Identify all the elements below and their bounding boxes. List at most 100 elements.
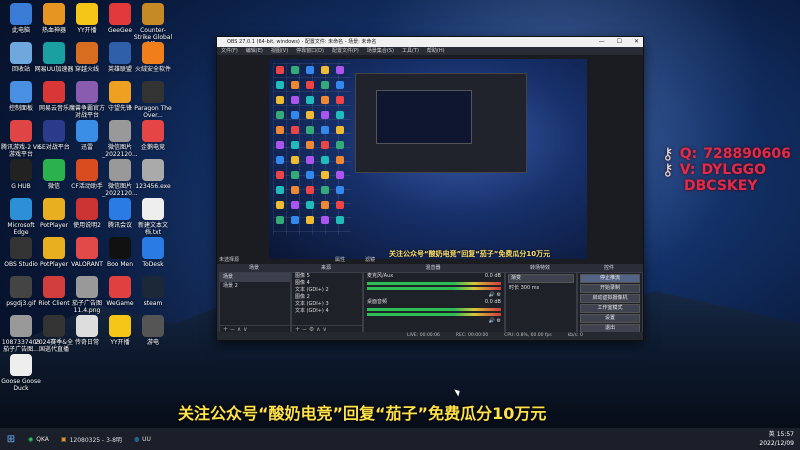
- mini-app-icon: [321, 126, 329, 134]
- preview-scene: 关注公众号“酸奶电竞”回复“茄子”免费瓜分10万元: [269, 59, 587, 259]
- mini-app-icon: [291, 126, 299, 134]
- virtual-camera-button[interactable]: 启动虚拟摄像机: [580, 294, 640, 303]
- menu-item[interactable]: 编辑(E): [246, 47, 263, 55]
- minimize-icon[interactable]: —: [599, 37, 605, 47]
- desktop-shortcut[interactable]: Goose Goose Duck: [1, 354, 41, 392]
- mini-app-icon: [306, 111, 314, 119]
- mini-desktop-grid: [273, 63, 351, 235]
- stop-streaming-button[interactable]: 停止推流: [580, 274, 640, 283]
- desktop-shortcut[interactable]: 新建文本文档.txt: [133, 198, 173, 236]
- rec-status: REC: 00:00:00: [455, 333, 489, 338]
- mini-app-icon: [276, 96, 284, 104]
- mini-app-icon: [276, 156, 284, 164]
- source-item[interactable]: 文本 (GDI+) 2: [292, 287, 362, 294]
- taskbar-item[interactable]: ◉ QKA: [22, 436, 55, 443]
- mini-app-icon: [306, 81, 314, 89]
- mini-app-icon: [336, 216, 344, 224]
- mini-app-icon: [321, 201, 329, 209]
- recycle-bin-icon: [10, 42, 32, 64]
- studio-mode-button[interactable]: 工作室模式: [580, 304, 640, 313]
- close-icon[interactable]: ✕: [634, 37, 639, 47]
- filters-button[interactable]: 滤镜: [365, 256, 375, 263]
- desktop-shortcut-label: 游电: [146, 339, 159, 346]
- computer-icon: [10, 3, 32, 25]
- system-tray[interactable]: 英 15:57 2022/12/09: [759, 430, 794, 448]
- menu-item[interactable]: 场景集合(S): [367, 47, 394, 55]
- desktop-shortcut-label: 新建文本文档.txt: [137, 222, 168, 236]
- doc-icon: [76, 198, 98, 220]
- mini-app-icon: [291, 216, 299, 224]
- qr-icon: [76, 315, 98, 337]
- mini-app-icon: [306, 216, 314, 224]
- meeting-icon: [109, 198, 131, 220]
- start-recording-button[interactable]: 开始录制: [580, 284, 640, 293]
- clock-date[interactable]: 2022/12/09: [759, 440, 794, 447]
- menu-item[interactable]: 帮助(H): [427, 47, 445, 55]
- mw-icon: [43, 315, 65, 337]
- desktop-shortcut[interactable]: steam: [133, 276, 173, 307]
- desktop-shortcut[interactable]: 123456.exe: [133, 159, 173, 190]
- desktop-shortcut[interactable]: 企鹅电竞: [133, 120, 173, 151]
- menu-item[interactable]: 停靠窗口(D): [296, 47, 324, 55]
- wx-line2: DBCSKEY: [684, 178, 758, 194]
- mixer-track-db: 0.0 dB: [484, 299, 501, 305]
- properties-button[interactable]: 属性: [335, 256, 345, 263]
- mini-app-icon: [276, 111, 284, 119]
- app-icon: ◉: [28, 435, 34, 443]
- scene-item[interactable]: 场景: [220, 273, 290, 282]
- mini-app-icon: [306, 171, 314, 179]
- mini-app-icon: [321, 171, 329, 179]
- exe-icon: [142, 159, 164, 181]
- taskbar-item[interactable]: ▣ 12080325 - 3-8明: [55, 435, 128, 444]
- source-item[interactable]: 图像 5: [292, 273, 362, 280]
- wechat-icon: [43, 159, 65, 181]
- goose-icon: [10, 354, 32, 376]
- source-item[interactable]: 图像 2: [292, 294, 362, 301]
- sources-panel: 图像 5 图像 4 文本 (GDI+) 2 图像 2 文本 (GDI+) 3 文…: [291, 272, 363, 334]
- taskbar-item[interactable]: ◍ UU: [128, 436, 157, 443]
- volume-meter: [367, 282, 501, 285]
- settings-button[interactable]: 设置: [580, 314, 640, 323]
- duration-value[interactable]: 300 ms: [521, 285, 540, 291]
- mini-app-icon: [276, 201, 284, 209]
- obs-window[interactable]: OBS 27.0.1 (64-bit, windows) - 配置文件: 未命名…: [216, 36, 644, 341]
- obs-preview[interactable]: 关注公众号“酸奶电竞”回复“茄子”免费瓜分10万元: [217, 55, 643, 282]
- uu-icon: [43, 42, 65, 64]
- xunlei-icon: [76, 120, 98, 142]
- menu-item[interactable]: 配置文件(P): [332, 47, 359, 55]
- menu-item[interactable]: 文件(F): [221, 47, 238, 55]
- mixer-controls[interactable]: 🔊 ⚙: [364, 318, 504, 325]
- desktop-shortcut[interactable]: ToDesk: [133, 237, 173, 268]
- mini-app-icon: [336, 171, 344, 179]
- boomen-icon: [109, 237, 131, 259]
- mini-app-icon: [306, 126, 314, 134]
- maximize-icon[interactable]: ☐: [617, 37, 622, 47]
- source-item[interactable]: 图像 4: [292, 280, 362, 287]
- overwatch-icon: [109, 81, 131, 103]
- paragon-icon: [142, 81, 164, 103]
- mixer-controls[interactable]: 🔊 ⚙: [364, 292, 504, 299]
- mini-app-icon: [276, 81, 284, 89]
- mini-app-icon: [336, 96, 344, 104]
- transitions-header: 转场特效: [529, 265, 550, 271]
- scene-item[interactable]: 场景 2: [220, 282, 290, 291]
- transition-select[interactable]: 渐变: [508, 274, 574, 283]
- desktop-shortcut-label: 企鹅电竞: [140, 144, 165, 151]
- todesk-icon: [142, 237, 164, 259]
- obs-dock: 未选择源 属性 滤镜 场景 场景 场景 2 + − ∧ ∨ 来源 图像 5 图像…: [217, 257, 643, 340]
- source-item[interactable]: 文本 (GDI+) 3: [292, 301, 362, 308]
- menu-item[interactable]: 工具(T): [402, 47, 419, 55]
- volume-meter: [367, 313, 501, 316]
- desktop-shortcut[interactable]: 游电: [133, 315, 173, 346]
- obs-titlebar[interactable]: OBS 27.0.1 (64-bit, windows) - 配置文件: 未命名…: [217, 37, 643, 47]
- ime-indicator[interactable]: 英: [769, 431, 775, 438]
- desktop-shortcut[interactable]: Paragon The Over...: [133, 81, 173, 119]
- clock-time[interactable]: 15:57: [777, 431, 794, 438]
- mini-app-icon: [321, 111, 329, 119]
- desktop-shortcut[interactable]: 火绒安全软件: [133, 42, 173, 73]
- duration-label: 时长: [509, 285, 520, 291]
- menu-item[interactable]: 视图(V): [271, 47, 288, 55]
- source-item[interactable]: 文本 (GDI+) 4: [292, 308, 362, 315]
- mixer-track-db: 0.0 dB: [484, 273, 501, 279]
- windows-start-icon[interactable]: ⊞: [0, 434, 22, 445]
